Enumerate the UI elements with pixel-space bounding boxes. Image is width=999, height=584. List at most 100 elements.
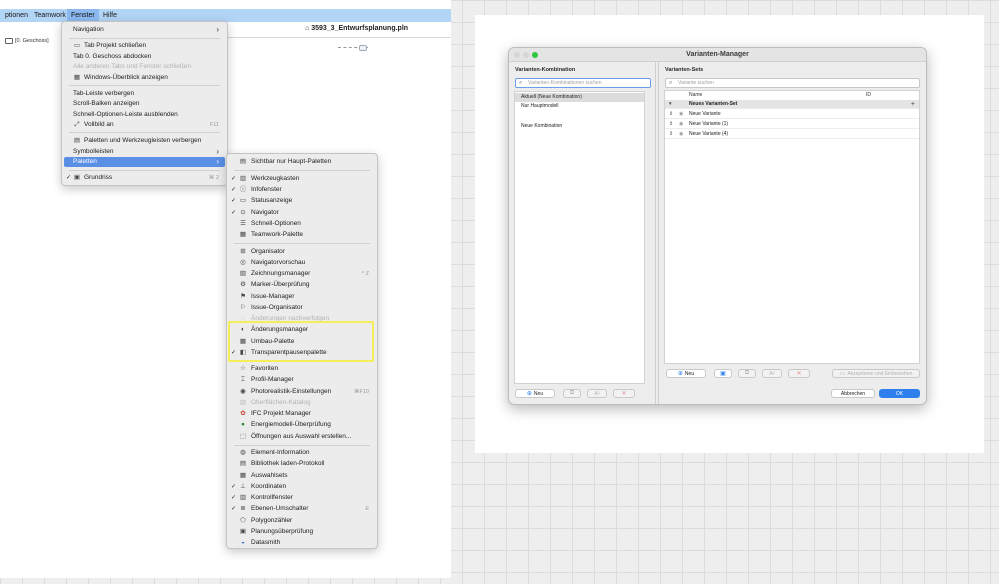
menu-item-photorender[interactable]: ◉ Photorealistik-Einstellungen ⌘F10 [229,387,375,397]
menu-optionen[interactable]: ptionen [1,9,32,22]
menu-item-datasmith[interactable]: ◒ Datasmith [229,538,375,548]
variant-search-input[interactable]: ⌕ Variante suchen [665,78,920,88]
menu-item-openings[interactable]: ⬚ Öffnungen aus Auswahl erstellen... [229,432,375,442]
menu-item-close-other-tabs[interactable]: Alle anderen Tabs und Fenster schließen [64,62,225,72]
apply-include-button[interactable]: ▭ Akzeptieren und Einbeziehen [832,369,920,378]
table-row[interactable]: ⇕ ◉ Neue Variante (1) [665,120,919,129]
table-row[interactable]: ⇕ ◉ Neue Variante (4) [665,130,919,139]
options-icon: ☰ [240,220,246,227]
checkmark-icon: ✓ [231,187,237,193]
variant-sets-heading: Varianten-Sets [665,67,704,73]
menu-item-visible-main-palettes[interactable]: ▤ Sichtbar nur Haupt-Paletten [229,157,375,167]
organizer-icon: ⊞ [240,248,246,255]
list-item[interactable]: Aktuell (Neue Kombination) [515,93,644,102]
delete-variant-button[interactable]: ✕ [788,369,810,378]
menu-item-undock-tab[interactable]: Tab 0. Geschoss abdocken [64,52,225,62]
menu-item-info-box[interactable]: ✓ ⓘ Infofenster [229,185,375,195]
menu-item-layer-switch[interactable]: ✓ ≣ Ebenen-Umschalter E [229,504,375,514]
drag-handle-icon[interactable]: ⇕ [669,120,673,129]
menu-item-hide-palettes[interactable]: ▤ Paletten und Werkzeugleisten verbergen [64,136,225,146]
menu-item-toolbox[interactable]: ✓ ▥ Werkzeugkasten [229,174,375,184]
list-item[interactable] [515,111,644,120]
menu-item-drawing-manager[interactable]: ▧ Zeichnungsmanager ^ Z [229,269,375,279]
menu-item-hide-tabbar[interactable]: Tab-Leiste verbergen [64,89,225,99]
eye-icon[interactable]: ◉ [679,110,683,119]
story-tab[interactable]: [0. Geschoss] [5,36,49,45]
menu-item-hide-quick-options[interactable]: Schnell-Optionen-Leiste ausblenden [64,110,225,120]
delete-combination-button[interactable]: ✕ [613,389,635,398]
menu-item-energy-check[interactable]: ● Energiemodell-Überprüfung [229,420,375,430]
menu-item-surface-catalog[interactable]: ▨ Oberflächen-Katalog [229,398,375,408]
selection-icon: ▦ [239,472,247,479]
collapse-arrow-icon[interactable]: ▾ [669,100,672,109]
menu-item-palettes[interactable]: Paletten › [64,157,225,167]
menu-item-polygon-counter[interactable]: ⬠ Polygonzähler [229,516,375,526]
variant-table: Name ID ▾ Neues Varianten-Set + ⇕ ◉ Neue… [664,90,920,364]
new-combination-button[interactable]: ⊕ Neu [515,389,555,398]
design-check-icon: ▣ [239,528,247,535]
layers-icon: ≣ [240,505,246,512]
list-item[interactable]: Nur Hauptmodell [515,102,644,111]
eye-icon[interactable]: ◉ [679,130,683,139]
menu-item-close-tab[interactable]: ▭ Tab Projekt schließen [64,41,225,51]
menu-item-navigation[interactable]: Navigation › [64,25,225,35]
ok-button[interactable]: OK [879,389,920,398]
menu-item-element-info[interactable]: ◍ Element-Information [229,448,375,458]
duplicate-variant-button[interactable]: ⧉ [738,369,756,378]
menu-item-selection-sets[interactable]: ▦ Auswahlsets [229,471,375,481]
plus-circle-icon: ⊕ [526,391,532,397]
add-variant-icon[interactable]: + [911,100,915,109]
dialog-titlebar: Varianten-Manager [509,48,926,62]
separator [69,38,220,39]
menu-item-control-box[interactable]: ✓ ▥ Kontrollfenster [229,493,375,503]
list-item[interactable]: Neue Kombination [515,122,644,131]
marker-icon: ⚙ [240,281,246,288]
palette-icon: ▤ [239,158,247,165]
flag-icon: ⚑ [240,293,246,300]
menu-item-navigator-preview[interactable]: ◎ Navigatorvorschau [229,258,375,268]
dialog-title: Varianten-Manager [686,51,749,58]
menu-item-quick-options[interactable]: ☰ Schnell-Optionen [229,219,375,229]
menu-item-issue-manager[interactable]: ⚑ Issue-Manager [229,292,375,302]
menu-item-show-scrollbars[interactable]: Scroll-Balken anzeigen [64,99,225,109]
menu-item-ifc-manager[interactable]: ✿ IFC Projekt Manager [229,409,375,419]
separator [69,85,220,86]
add-set-button[interactable]: ▣ [714,369,732,378]
menu-item-organizer[interactable]: ⊞ Organisator [229,247,375,257]
title-divider [226,37,451,38]
menu-item-issue-organizer[interactable]: ⚐ Issue-Organisator [229,303,375,313]
checkmark-icon: ✓ [231,176,237,182]
drag-handle-icon[interactable]: ⇕ [669,110,673,119]
menu-item-coordinates[interactable]: ✓ ⊥ Koordinaten [229,482,375,492]
menu-item-windows-overview[interactable]: ▦ Windows-Überblick anzeigen [64,73,225,83]
rename-combination-button[interactable]: A² [587,389,607,398]
menu-item-favorites[interactable]: ☆ Favoriten [229,364,375,374]
variant-set-row[interactable]: ▾ Neues Varianten-Set + [665,100,919,109]
menu-item-navigator[interactable]: ✓ ⊙ Navigator [229,208,375,218]
menu-item-fullscreen[interactable]: ⤢ Vollbild an F11 [64,120,225,130]
duplicate-icon: ⧉ [569,390,575,396]
teamwork-icon: ▦ [239,231,247,238]
rename-variant-button[interactable]: A² [762,369,782,378]
menu-item-teamwork-palette[interactable]: ▦ Teamwork-Palette [229,230,375,240]
eye-icon[interactable]: ◉ [679,120,683,129]
menu-item-marker-check[interactable]: ⚙ Marker-Überprüfung [229,280,375,290]
drag-handle-icon[interactable]: ⇕ [669,130,673,139]
combination-search-input[interactable]: ⌕ Varianten-Kombinationen suchen [515,78,651,88]
control-box-icon: ▥ [239,494,247,501]
checkmark-icon: ✓ [66,175,72,181]
datasmith-icon: ◒ [241,539,245,546]
duplicate-combination-button[interactable]: ⧉ [563,389,581,398]
surface-icon: ▨ [239,399,247,406]
menu-item-design-check[interactable]: ▣ Planungsüberprüfung [229,527,375,537]
menu-item-profile-manager[interactable]: ⌶ Profil-Manager [229,375,375,385]
cancel-button[interactable]: Abbrechen [831,389,875,398]
menu-item-library-report[interactable]: ▤ Bibliothek laden-Protokoll [229,459,375,469]
menu-item-status-bar[interactable]: ✓ ▭ Statusanzeige [229,196,375,206]
table-row[interactable]: ⇕ ◉ Neue Variante [665,110,919,119]
search-icon: ⌕ [669,80,673,86]
menu-item-floor-plan[interactable]: ✓ ▣ Grundriss ⌘ 2 [64,173,225,183]
combination-list: Aktuell (Neue Kombination) Nur Hauptmode… [514,91,645,384]
new-variant-button[interactable]: ⊕ Neu [666,369,706,378]
menu-item-toolbars[interactable]: Symbolleisten › [64,147,225,157]
